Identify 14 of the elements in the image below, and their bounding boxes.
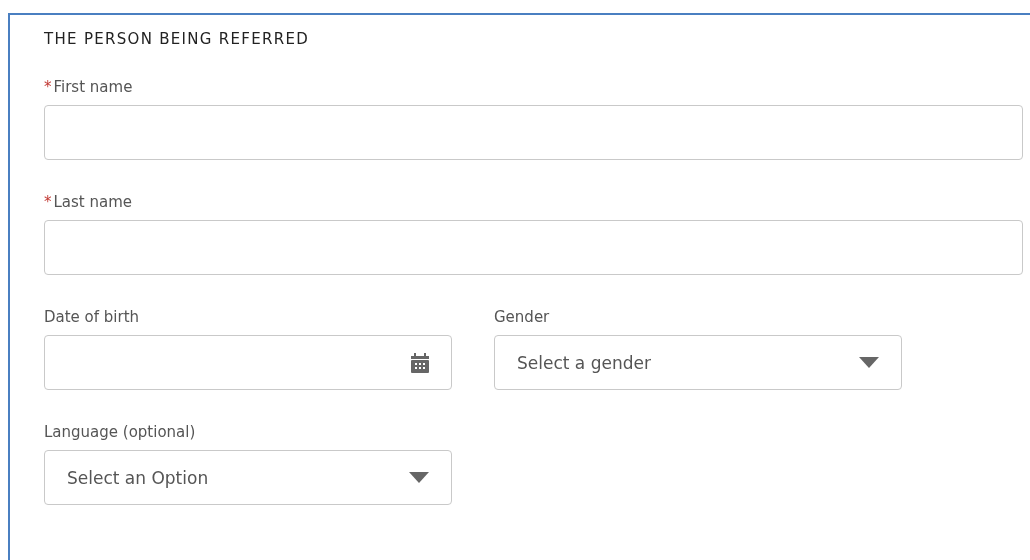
caret-icon: [409, 472, 429, 483]
field-label: Language (optional): [44, 423, 196, 441]
select-dropdown[interactable]: Select a gender: [494, 335, 902, 390]
field-label: *Last name: [44, 193, 133, 211]
select-dropdown[interactable]: Select an Option: [44, 450, 452, 505]
field-label: Date of birth: [44, 308, 140, 326]
field-label: Gender: [494, 308, 550, 326]
calendar-icon[interactable]: [411, 352, 429, 373]
field-label: *First name: [44, 78, 133, 96]
date-field[interactable]: [44, 335, 452, 390]
section-title: THE PERSON BEING REFERRED: [44, 30, 311, 48]
text-field[interactable]: [44, 105, 1023, 160]
text-field[interactable]: [44, 220, 1023, 275]
caret-icon: [859, 357, 879, 368]
